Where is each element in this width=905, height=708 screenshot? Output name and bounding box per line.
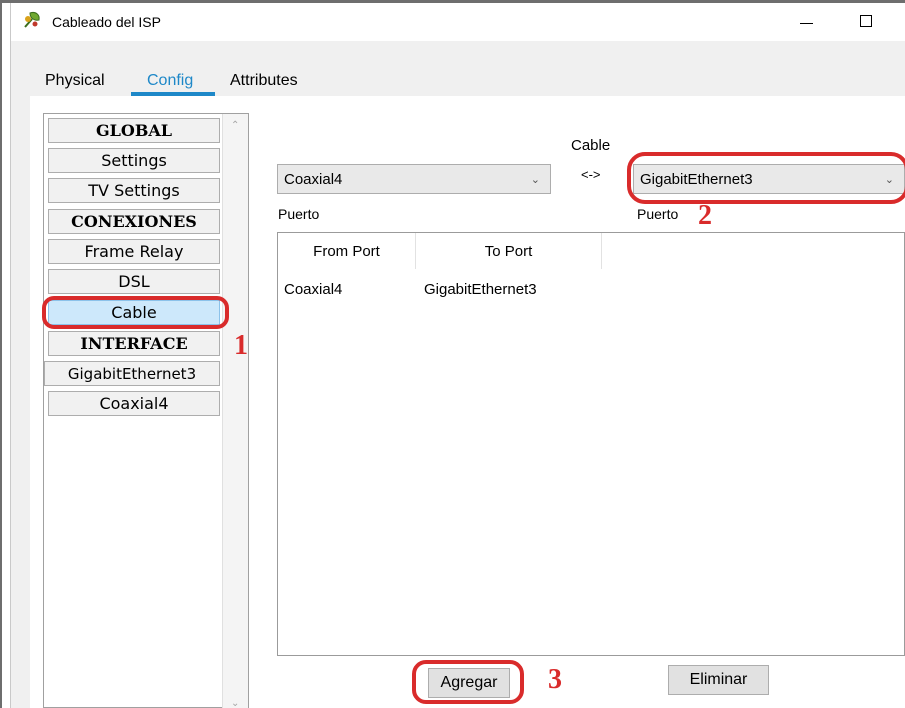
sidebar-item-settings[interactable]: Settings <box>48 148 220 173</box>
annotation-number-1: 1 <box>234 330 248 361</box>
tab-config-underline <box>131 92 215 96</box>
tab-physical[interactable]: Physical <box>45 72 105 90</box>
left-port-select[interactable]: Coaxial4 ⌄ <box>277 164 551 194</box>
sidebar-item-tv-settings[interactable]: TV Settings <box>48 178 220 203</box>
window-title: Cableado del ISP <box>52 14 161 30</box>
maximize-button[interactable] <box>846 6 886 36</box>
app-leaf-icon <box>24 12 40 28</box>
annotation-number-3: 3 <box>548 664 562 695</box>
sidebar-header-interface: INTERFACE <box>48 331 220 356</box>
scroll-up-icon[interactable]: ⌃ <box>231 120 239 131</box>
scroll-down-icon[interactable]: ⌄ <box>231 698 239 708</box>
tab-config[interactable]: Config <box>147 72 193 90</box>
table-cell-from-port[interactable]: Coaxial4 <box>284 281 342 298</box>
sidebar-header-global: GLOBAL <box>48 118 220 143</box>
connections-table[interactable]: From Port To Port Coaxial4 GigabitEthern… <box>277 232 905 656</box>
sidebar-item-frame-relay[interactable]: Frame Relay <box>48 239 220 264</box>
minimize-icon <box>799 22 813 24</box>
annotation-oval-agregar <box>412 660 524 704</box>
left-port-select-value: Coaxial4 <box>284 170 343 188</box>
sidebar-header-conexiones: CONEXIONES <box>48 209 220 234</box>
sidebar-scrollbar[interactable]: ⌃ ⌄ <box>222 114 248 708</box>
right-port-label: Puerto <box>637 206 679 222</box>
window-border-left <box>0 0 2 708</box>
connection-arrow: <-> <box>581 167 601 182</box>
sidebar-item-gigabitethernet3[interactable]: GigabitEthernet3 <box>44 361 220 386</box>
left-port-label: Puerto <box>278 206 320 222</box>
annotation-number-2: 2 <box>698 200 712 231</box>
sidebar-item-coaxial4[interactable]: Coaxial4 <box>48 391 220 416</box>
remove-button[interactable]: Eliminar <box>668 665 769 695</box>
sidebar-item-dsl[interactable]: DSL <box>48 269 220 294</box>
annotation-oval-cable <box>42 296 229 329</box>
column-header-to-port[interactable]: To Port <box>416 233 602 269</box>
cable-label: Cable <box>571 137 611 154</box>
column-header-from-port[interactable]: From Port <box>278 233 416 269</box>
chevron-down-icon: ⌄ <box>530 174 540 186</box>
tab-attributes[interactable]: Attributes <box>230 72 298 90</box>
annotation-oval-port <box>627 152 905 204</box>
table-cell-to-port[interactable]: GigabitEthernet3 <box>424 281 537 298</box>
minimize-button[interactable] <box>786 6 826 36</box>
maximize-icon <box>860 15 872 27</box>
